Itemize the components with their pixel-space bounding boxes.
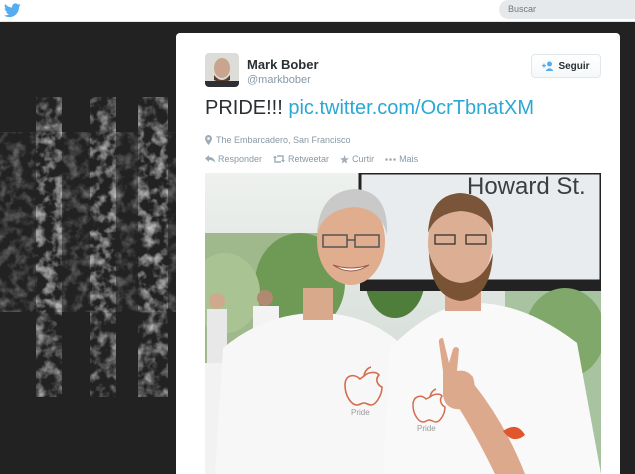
retweet-icon <box>273 155 286 163</box>
star-icon <box>340 154 350 164</box>
add-user-icon <box>542 61 554 71</box>
tweet-actions: Responder Retweetar Curtir Mais <box>205 154 418 164</box>
location-pin-icon <box>205 135 212 145</box>
favorite-label: Curtir <box>352 154 375 164</box>
tweet-location[interactable]: The Embarcadero, San Francisco <box>205 135 351 145</box>
sign-text: Howard St. <box>467 173 586 200</box>
tweet-photo-image: Howard St. Pride Pride <box>205 173 601 474</box>
tweet-pic-link[interactable]: pic.twitter.com/OcrTbnatXM <box>288 97 534 119</box>
more-button[interactable]: Mais <box>385 154 418 164</box>
avatar[interactable] <box>205 53 239 87</box>
tweet-text: PRIDE!!! pic.twitter.com/OcrTbnatXM <box>205 97 534 120</box>
tweet-photo[interactable]: Howard St. Pride Pride <box>205 173 601 474</box>
search-input[interactable] <box>499 0 635 19</box>
top-navigation-bar <box>0 0 635 22</box>
user-screenname[interactable]: @markbober <box>247 74 311 86</box>
tweet-text-body: PRIDE!!! <box>205 97 283 119</box>
twitter-bird-icon[interactable] <box>4 3 21 18</box>
more-dots-icon <box>385 157 396 161</box>
reply-icon <box>205 155 215 163</box>
retweet-button[interactable]: Retweetar <box>273 154 329 164</box>
more-label: Mais <box>399 154 419 164</box>
reply-label: Responder <box>218 154 263 164</box>
follow-button[interactable]: Seguir <box>531 54 601 78</box>
favorite-button[interactable]: Curtir <box>340 154 374 164</box>
shirt-text-1: Pride <box>351 408 370 417</box>
tweet-card: Mark Bober @markbober Seguir PRIDE!!! pi… <box>176 33 620 474</box>
shirt-text-2: Pride <box>417 424 436 433</box>
user-fullname[interactable]: Mark Bober <box>247 57 319 72</box>
follow-button-label: Seguir <box>558 60 590 72</box>
location-label: The Embarcadero, San Francisco <box>216 135 351 145</box>
reply-button[interactable]: Responder <box>205 154 262 164</box>
retweet-label: Retweetar <box>288 154 330 164</box>
